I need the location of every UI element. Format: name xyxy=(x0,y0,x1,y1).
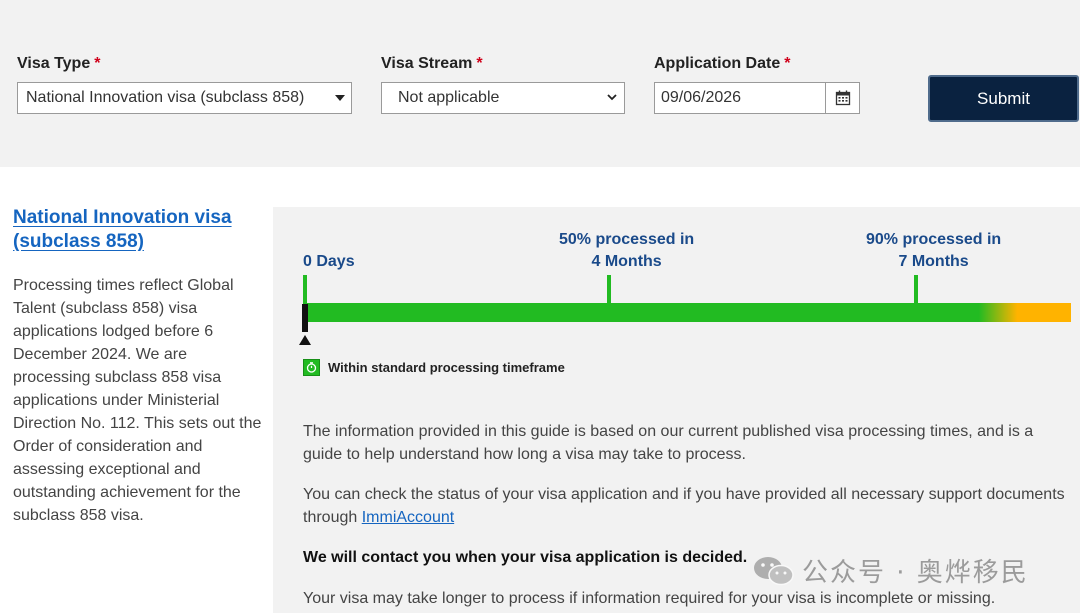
visa-type-label: Visa Type xyxy=(17,55,91,72)
application-date-marker xyxy=(302,304,308,332)
start-marker-label: 0 Days xyxy=(303,253,355,270)
application-date-input[interactable] xyxy=(655,83,825,113)
visa-stream-value: Not applicable xyxy=(398,89,500,106)
visa-stream-select[interactable]: Not applicable xyxy=(381,82,625,114)
triangle-up-icon xyxy=(299,335,311,345)
visa-title-link[interactable]: National Innovation visa (subclass 858) xyxy=(13,206,253,254)
chevron-down-icon xyxy=(607,94,617,101)
required-mark: * xyxy=(476,55,483,72)
required-mark: * xyxy=(94,55,101,72)
visa-type-value: National Innovation visa (subclass 858) xyxy=(26,89,305,106)
start-tick xyxy=(303,275,307,303)
immiaccount-link[interactable]: ImmiAccount xyxy=(362,509,454,526)
wechat-icon xyxy=(754,556,794,585)
processing-timeline-bar xyxy=(303,303,1071,322)
visa-description: Processing times reflect Global Talent (… xyxy=(13,277,262,524)
p50-tick xyxy=(607,275,611,303)
p90-tick xyxy=(914,275,918,303)
required-mark: * xyxy=(784,55,791,72)
timeline-legend: Within standard processing timeframe xyxy=(303,359,565,376)
application-date-label: Application Date xyxy=(654,55,781,72)
visa-stream-label: Visa Stream xyxy=(381,55,473,72)
calendar-icon xyxy=(835,90,850,106)
p90-marker-label: 90% processed in 7 Months xyxy=(866,231,1002,270)
info-paragraph-status: You can check the status of your visa ap… xyxy=(303,486,1065,526)
watermark-text: 公众号 · 奥烨移民 xyxy=(802,558,1029,588)
watermark: 公众号 · 奥烨移民 xyxy=(752,552,1029,589)
visa-type-select[interactable]: National Innovation visa (subclass 858) xyxy=(17,82,352,114)
info-paragraph-guide: The information provided in this guide i… xyxy=(303,423,1034,463)
p50-marker-label: 50% processed in 4 Months xyxy=(559,231,695,270)
visa-type-field: Visa Type * National Innovation visa (sub… xyxy=(17,54,352,114)
visa-stream-field: Visa Stream * Not applicable xyxy=(381,54,625,114)
application-date-wrapper xyxy=(654,82,860,114)
stopwatch-icon xyxy=(303,359,320,376)
calendar-button[interactable] xyxy=(825,83,859,113)
search-form: Visa Type * National Innovation visa (sub… xyxy=(0,0,1080,167)
application-date-field: Application Date * xyxy=(654,54,860,114)
caret-down-icon xyxy=(335,95,345,101)
legend-label: Within standard processing timeframe xyxy=(328,360,565,375)
submit-button[interactable]: Submit xyxy=(928,75,1079,122)
info-paragraph-delay: Your visa may take longer to process if … xyxy=(303,590,996,607)
